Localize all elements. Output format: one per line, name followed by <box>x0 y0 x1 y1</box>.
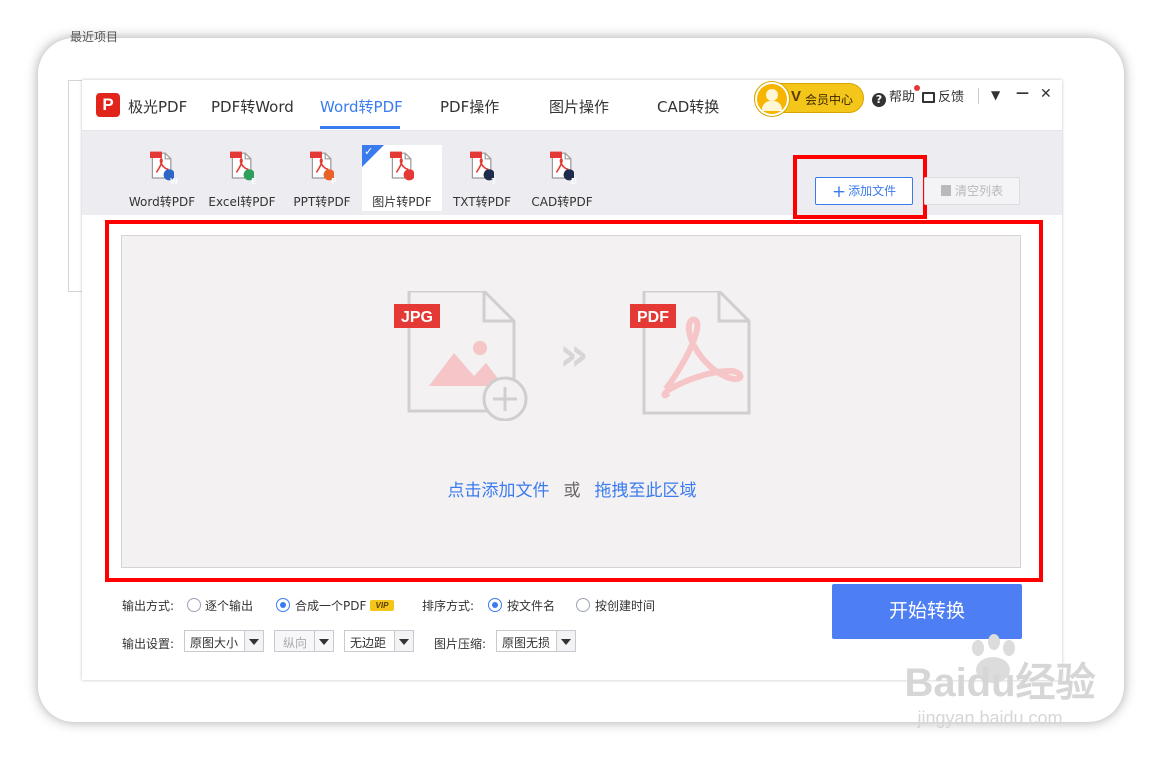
help-label: 帮助 <box>889 90 916 105</box>
radio-sort-by-name[interactable] <box>488 598 502 612</box>
sort-mode-label: 排序方式: <box>422 599 475 613</box>
checkmark-icon: ✓ <box>364 145 374 158</box>
subtab-badge: P <box>331 177 337 186</box>
subtab-4[interactable]: T TXT转PDF <box>442 145 522 211</box>
margin-value: 无边距 <box>350 636 387 650</box>
click-add-file-link[interactable]: 点击添加文件 <box>448 481 550 501</box>
vip-v-icon: V <box>791 88 802 105</box>
page-size-select[interactable]: 原图大小 <box>184 630 264 652</box>
orientation-select[interactable]: 纵向 <box>274 630 334 652</box>
subtab-label: PPT转PDF <box>293 195 351 209</box>
tab-pdf-to-word[interactable]: PDF转Word <box>211 96 294 117</box>
chevron-down-icon <box>394 631 413 651</box>
watermark-brand: Baidu经验 <box>904 661 1095 705</box>
app-window: P 极光PDF PDF转Word Word转PDF PDF操作 图片操作 CAD… <box>82 80 1062 680</box>
merge-one-pdf-label: 合成一个PDF <box>295 599 367 613</box>
or-label: 或 <box>563 481 581 501</box>
radio-output-each[interactable] <box>187 598 201 612</box>
subtab-2[interactable]: P PPT转PDF <box>282 145 362 211</box>
subtab-badge: D <box>571 177 577 186</box>
double-chevron-icon: » <box>559 327 589 381</box>
notification-dot <box>914 85 920 91</box>
tab-pdf-operations[interactable]: PDF操作 <box>440 96 499 117</box>
output-each-label: 逐个输出 <box>205 599 254 613</box>
subtab-label: 图片转PDF <box>372 195 432 209</box>
clear-list-label: 清空列表 <box>954 184 1003 198</box>
subtab-badge: E <box>251 177 257 186</box>
vip-tag: VIP <box>370 600 394 611</box>
subtab-badge: T <box>491 177 497 186</box>
subtab-label: Excel转PDF <box>208 195 276 209</box>
image-compress-select[interactable]: 原图无损 <box>496 630 576 652</box>
subtab-label: TXT转PDF <box>452 195 512 209</box>
feedback-button[interactable]: 反馈 <box>922 86 964 105</box>
question-icon: ? <box>872 93 886 107</box>
vip-center-label: 会员中心 <box>805 93 854 107</box>
help-button[interactable]: ? 帮助 <box>872 86 915 107</box>
tab-cad-convert[interactable]: CAD转换 <box>657 96 719 117</box>
add-file-button[interactable]: + 添加文件 <box>815 177 913 205</box>
tab-image-operations[interactable]: 图片操作 <box>549 96 609 117</box>
jpg-tag: JPG <box>401 309 433 326</box>
margin-select[interactable]: 无边距 <box>344 630 414 652</box>
sort-by-name-label: 按文件名 <box>507 599 556 613</box>
tab-word-to-pdf[interactable]: Word转PDF <box>320 96 403 117</box>
image-compress-label: 图片压缩: <box>434 637 487 651</box>
menu-dropdown-icon[interactable]: ▼ <box>991 88 1000 102</box>
avatar-icon <box>755 82 789 116</box>
output-mode-label: 输出方式: <box>122 599 175 613</box>
chevron-down-icon <box>556 631 575 651</box>
pdf-tag: PDF <box>637 309 669 326</box>
image-compress-value: 原图无损 <box>502 636 551 650</box>
plus-icon: + <box>831 182 847 202</box>
radio-merge-one-pdf[interactable] <box>276 598 290 612</box>
app-name: 极光PDF <box>128 98 188 116</box>
subtab-1[interactable]: E Excel转PDF <box>202 145 282 211</box>
vip-center-button[interactable]: V 会员中心 <box>754 82 864 116</box>
feedback-label: 反馈 <box>938 90 965 105</box>
divider <box>978 88 979 104</box>
subtab-0[interactable]: W Word转PDF <box>122 145 202 211</box>
baidu-jingyan-watermark: Baidu经验 jingyan.baidu.com <box>904 634 1096 728</box>
watermark-url: jingyan.baidu.com <box>916 708 1062 728</box>
subtab-badge: W <box>170 177 178 186</box>
drag-here-link[interactable]: 拖拽至此区域 <box>595 481 697 501</box>
orientation-value: 纵向 <box>283 636 308 650</box>
chevron-down-icon <box>314 631 333 651</box>
chevron-down-icon <box>244 631 263 651</box>
close-button[interactable]: ✕ <box>1040 86 1052 102</box>
subtab-5[interactable]: D CAD转PDF <box>522 145 602 211</box>
jpg-to-pdf-illustration: JPG » PDF <box>394 291 751 421</box>
recent-projects-label: 最近项目 <box>70 30 119 44</box>
output-settings-label: 输出设置: <box>122 637 175 651</box>
file-drop-zone[interactable]: JPG » PDF 点击添加文件或拖拽至此区域 <box>121 235 1021 568</box>
subtab-3[interactable]: ▲ 图片转PDF ✓ <box>362 145 442 211</box>
page-size-value: 原图大小 <box>190 636 239 650</box>
subtab-badge: ▲ <box>410 177 418 186</box>
app-logo-icon: P <box>96 93 120 117</box>
subtab-label: Word转PDF <box>128 195 196 209</box>
title-bar: P 极光PDF PDF转Word Word转PDF PDF操作 图片操作 CAD… <box>82 80 1062 131</box>
message-icon <box>922 92 935 103</box>
minimize-button[interactable]: — <box>1016 86 1029 101</box>
drop-zone-instructions: 点击添加文件或拖拽至此区域 <box>122 476 1022 501</box>
sort-by-created-label: 按创建时间 <box>595 599 656 613</box>
radio-sort-by-created[interactable] <box>576 598 590 612</box>
add-file-label: 添加文件 <box>848 184 897 198</box>
clear-list-button[interactable]: 清空列表 <box>924 177 1020 205</box>
active-tab-indicator <box>320 126 400 129</box>
trash-icon <box>940 185 951 196</box>
subtab-label: CAD转PDF <box>531 195 593 209</box>
